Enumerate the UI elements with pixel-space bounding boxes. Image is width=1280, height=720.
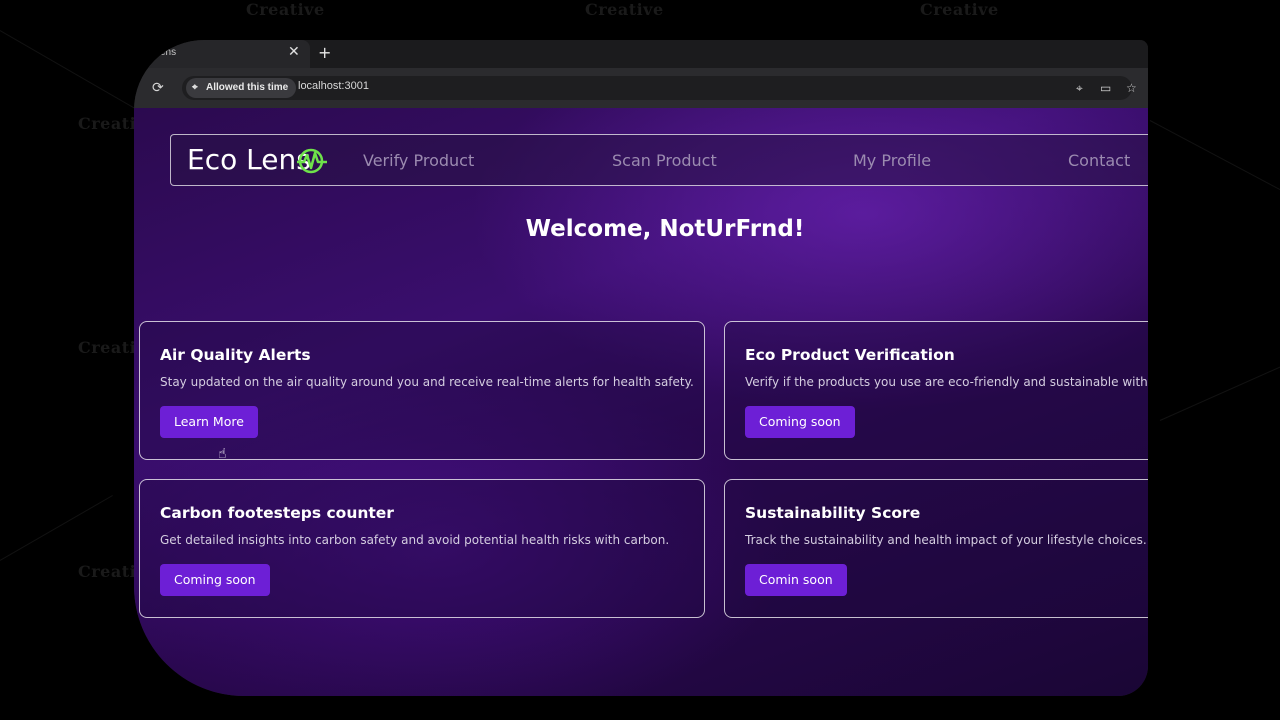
navbar: Eco Lens Verify Product Scan Product My …	[170, 134, 1148, 186]
watermark: Creative	[585, 0, 664, 19]
coming-soon-button[interactable]: Coming soon	[160, 564, 270, 596]
address-bar[interactable]: ⌖ Allowed this time localhost:3001 ⌖ ▭ ☆	[182, 76, 1137, 100]
nav-link-verify-product[interactable]: Verify Product	[363, 151, 474, 170]
card-title: Sustainability Score	[745, 504, 921, 522]
card-title: Carbon footesteps counter	[160, 504, 394, 522]
location-pin-icon: ⌖	[192, 82, 198, 93]
close-icon[interactable]: ✕	[288, 44, 300, 60]
pulse-leaf-icon	[297, 148, 327, 174]
permission-chip-label: Allowed this time	[206, 82, 289, 93]
card-title: Air Quality Alerts	[160, 346, 311, 364]
browser-tab[interactable]: ens ✕	[134, 40, 310, 68]
url-text[interactable]: localhost:3001	[298, 80, 369, 92]
plus-icon[interactable]: +	[318, 43, 331, 62]
card-description: Get detailed insights into carbon safety…	[160, 533, 670, 547]
tab-strip: ens ✕ +	[134, 40, 1148, 68]
permission-chip[interactable]: ⌖ Allowed this time	[186, 78, 297, 98]
cast-icon[interactable]: ▭	[1100, 81, 1111, 95]
logo-text[interactable]: Eco Lens	[187, 143, 311, 176]
watermark: Creative	[246, 0, 325, 19]
card-description: Verify if the products you use are eco-f…	[745, 375, 1148, 389]
card-carbon-footsteps-counter: Carbon footesteps counter Get detailed i…	[139, 479, 705, 618]
watermark: Creative	[920, 0, 999, 19]
tab-title: ens	[160, 47, 177, 58]
learn-more-button[interactable]: Learn More	[160, 406, 258, 438]
background-line	[1149, 120, 1280, 197]
nav-link-contact[interactable]: Contact	[1068, 151, 1130, 170]
nav-link-my-profile[interactable]: My Profile	[853, 151, 931, 170]
card-description: Stay updated on the air quality around y…	[160, 375, 694, 389]
card-sustainability-score: Sustainability Score Track the sustainab…	[724, 479, 1148, 618]
background-line	[0, 495, 113, 561]
browser-toolbar: ⟳ ⌖ Allowed this time localhost:3001 ⌖ ▭…	[134, 68, 1148, 108]
background-line	[0, 30, 157, 121]
card-eco-product-verification: Eco Product Verification Verify if the p…	[724, 321, 1148, 460]
card-air-quality-alerts: Air Quality Alerts Stay updated on the a…	[139, 321, 705, 460]
nav-link-scan-product[interactable]: Scan Product	[612, 151, 717, 170]
card-title: Eco Product Verification	[745, 346, 955, 364]
reload-icon[interactable]: ⟳	[152, 80, 164, 96]
coming-soon-button[interactable]: Coming soon	[745, 406, 855, 438]
hand-cursor-icon: ☝	[218, 446, 227, 462]
browser-window: ens ✕ + ⟳ ⌖ Allowed this time localhost:…	[134, 40, 1148, 696]
web-page: Eco Lens Verify Product Scan Product My …	[134, 108, 1148, 696]
coming-soon-button[interactable]: Comin soon	[745, 564, 847, 596]
welcome-heading: Welcome, NotUrFrnd!	[525, 216, 805, 242]
bookmark-star-icon[interactable]: ☆	[1126, 81, 1137, 95]
card-description: Track the sustainability and health impa…	[745, 533, 1147, 547]
location-icon[interactable]: ⌖	[1076, 81, 1083, 96]
background-line	[1159, 359, 1280, 421]
